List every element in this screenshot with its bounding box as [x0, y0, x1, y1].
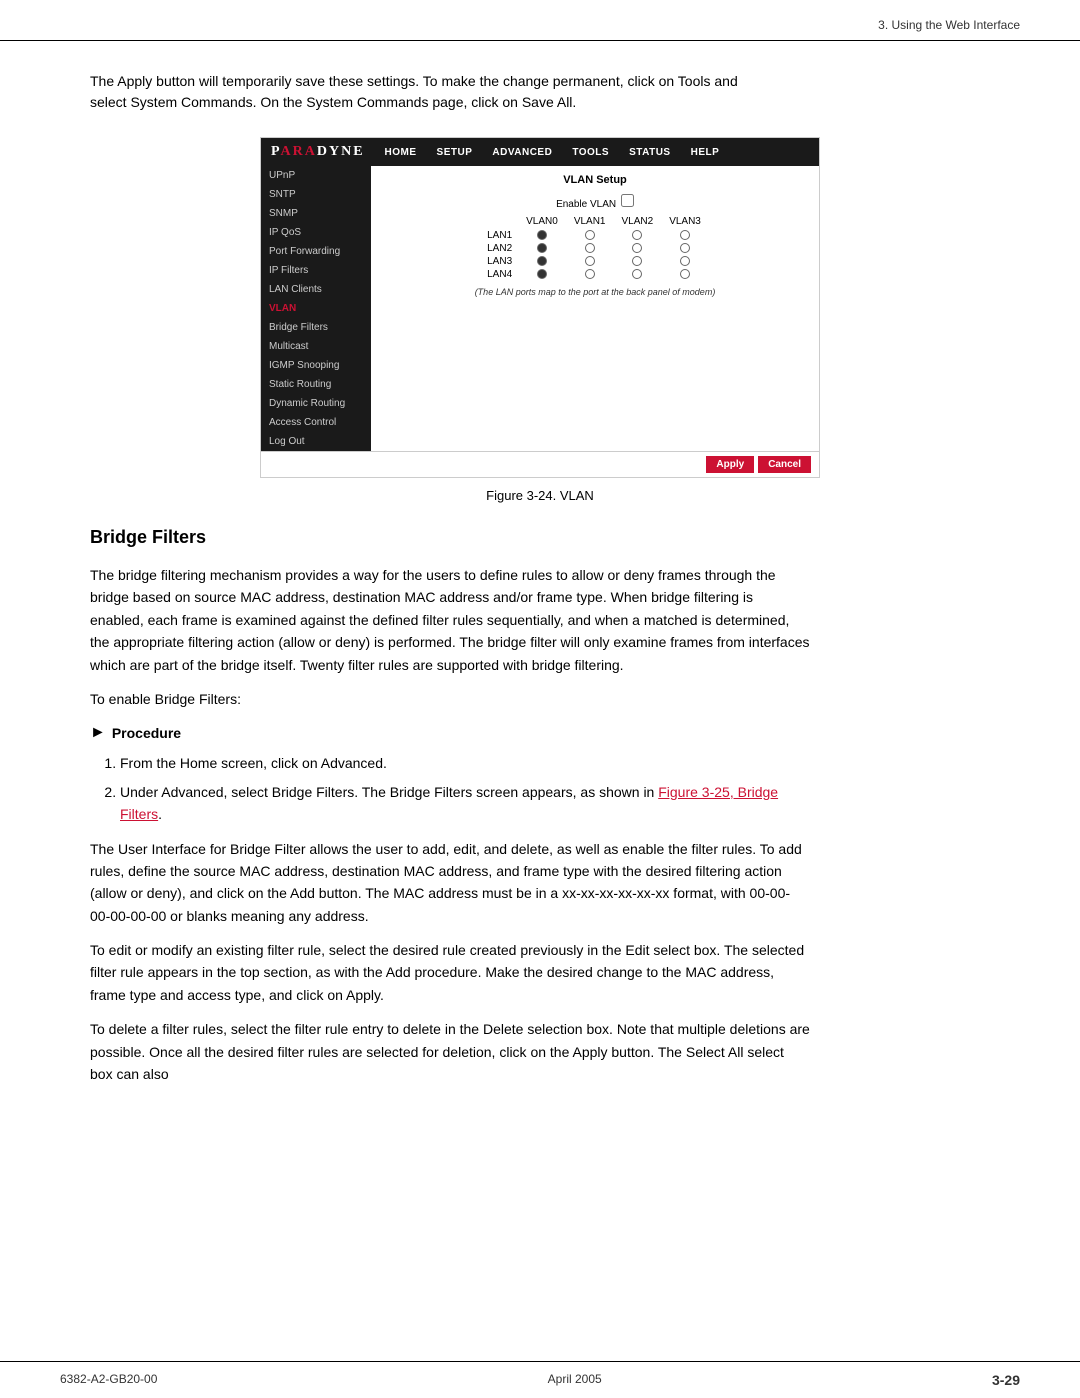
router-navbar: PARADYNE HOME SETUP ADVANCED TOOLS STATU…: [261, 138, 819, 166]
sidebar-vlan[interactable]: VLAN: [261, 299, 371, 318]
table-row: LAN2: [481, 242, 709, 255]
col-vlan1: VLAN1: [566, 214, 614, 229]
lan1-vlan0[interactable]: [518, 229, 566, 242]
page-number: 3-29: [992, 1372, 1020, 1388]
bridge-filters-para3: The User Interface for Bridge Filter all…: [90, 838, 810, 928]
panel-title: VLAN Setup: [383, 174, 807, 186]
lan3-vlan0[interactable]: [518, 255, 566, 268]
lan3-vlan2[interactable]: [614, 255, 662, 268]
step-1-text: From the Home screen, click on Advanced.: [120, 755, 387, 771]
sidebar-ipqos[interactable]: IP QoS: [261, 223, 371, 242]
sidebar-port-forwarding[interactable]: Port Forwarding: [261, 242, 371, 261]
bridge-filters-para1: The bridge filtering mechanism provides …: [90, 564, 810, 676]
enable-vlan-label: Enable VLAN: [556, 199, 616, 210]
router-body: UPnP SNTP SNMP IP QoS Port Forwarding IP…: [261, 166, 819, 451]
figure-caption: Figure 3-24. VLAN: [90, 488, 990, 503]
sidebar-dynamic-routing[interactable]: Dynamic Routing: [261, 394, 371, 413]
nav-setup[interactable]: SETUP: [427, 141, 483, 164]
bridge-filters-para5: To delete a filter rules, select the fil…: [90, 1018, 810, 1085]
sidebar-ip-filters[interactable]: IP Filters: [261, 261, 371, 280]
logo-text: PARADYNE: [271, 144, 365, 159]
nav-status[interactable]: STATUS: [619, 141, 681, 164]
enable-vlan-checkbox[interactable]: [621, 194, 634, 207]
intro-paragraph: The Apply button will temporarily save t…: [90, 71, 770, 113]
footer-center: April 2005: [548, 1372, 602, 1388]
router-footer: Apply Cancel: [261, 451, 819, 477]
lan4-vlan1[interactable]: [566, 268, 614, 281]
vlan-enable-row: Enable VLAN: [383, 194, 807, 210]
sidebar-static-routing[interactable]: Static Routing: [261, 375, 371, 394]
sidebar-access-control[interactable]: Access Control: [261, 413, 371, 432]
router-main-panel: VLAN Setup Enable VLAN VLAN0 VLAN1 VLAN2: [371, 166, 819, 451]
col-lan-header: [481, 214, 518, 229]
col-vlan0: VLAN0: [518, 214, 566, 229]
sidebar-lan-clients[interactable]: LAN Clients: [261, 280, 371, 299]
lan2-vlan3[interactable]: [661, 242, 709, 255]
page-footer: 6382-A2-GB20-00 April 2005 3-29: [0, 1361, 1080, 1398]
lan2-vlan0[interactable]: [518, 242, 566, 255]
procedure-label: Procedure: [112, 725, 181, 741]
lan2-vlan2[interactable]: [614, 242, 662, 255]
col-vlan3: VLAN3: [661, 214, 709, 229]
sidebar-log-out[interactable]: Log Out: [261, 432, 371, 451]
vlan-table: VLAN0 VLAN1 VLAN2 VLAN3 LAN1: [481, 214, 709, 281]
bridge-filters-link[interactable]: Figure 3-25, Bridge Filters: [120, 784, 778, 822]
nav-home[interactable]: HOME: [375, 141, 427, 164]
lan2-label: LAN2: [481, 242, 518, 255]
sidebar-igmp-snooping[interactable]: IGMP Snooping: [261, 356, 371, 375]
lan1-vlan2[interactable]: [614, 229, 662, 242]
table-row: LAN1: [481, 229, 709, 242]
sidebar-bridge-filters[interactable]: Bridge Filters: [261, 318, 371, 337]
nav-help[interactable]: HELP: [681, 141, 730, 164]
nav-tools[interactable]: TOOLS: [562, 141, 619, 164]
bridge-filters-para4: To edit or modify an existing filter rul…: [90, 939, 810, 1006]
table-row: LAN4: [481, 268, 709, 281]
procedure-step-1: From the Home screen, click on Advanced.: [120, 752, 800, 774]
bridge-filters-heading: Bridge Filters: [90, 527, 990, 548]
lan1-label: LAN1: [481, 229, 518, 242]
footer-left: 6382-A2-GB20-00: [60, 1372, 157, 1388]
router-logo: PARADYNE: [261, 138, 375, 166]
table-row: LAN3: [481, 255, 709, 268]
lan1-vlan1[interactable]: [566, 229, 614, 242]
bridge-filters-para2: To enable Bridge Filters:: [90, 688, 810, 710]
lan3-vlan1[interactable]: [566, 255, 614, 268]
procedure-header: ► Procedure: [90, 724, 990, 742]
lan4-vlan2[interactable]: [614, 268, 662, 281]
sidebar-snmp[interactable]: SNMP: [261, 204, 371, 223]
lan4-vlan0[interactable]: [518, 268, 566, 281]
router-sidebar: UPnP SNTP SNMP IP QoS Port Forwarding IP…: [261, 166, 371, 451]
lan4-label: LAN4: [481, 268, 518, 281]
router-ui: PARADYNE HOME SETUP ADVANCED TOOLS STATU…: [260, 137, 820, 478]
apply-button[interactable]: Apply: [706, 456, 754, 473]
lan2-vlan1[interactable]: [566, 242, 614, 255]
procedure-step-2: Under Advanced, select Bridge Filters. T…: [120, 781, 800, 826]
sidebar-multicast[interactable]: Multicast: [261, 337, 371, 356]
sidebar-upnp[interactable]: UPnP: [261, 166, 371, 185]
page-header: 3. Using the Web Interface: [0, 0, 1080, 41]
screenshot-container: PARADYNE HOME SETUP ADVANCED TOOLS STATU…: [260, 137, 820, 478]
lan3-vlan3[interactable]: [661, 255, 709, 268]
cancel-button[interactable]: Cancel: [758, 456, 811, 473]
sidebar-sntp[interactable]: SNTP: [261, 185, 371, 204]
lan3-label: LAN3: [481, 255, 518, 268]
col-vlan2: VLAN2: [614, 214, 662, 229]
procedure-arrow-icon: ►: [90, 724, 106, 742]
header-text: 3. Using the Web Interface: [878, 18, 1020, 32]
lan4-vlan3[interactable]: [661, 268, 709, 281]
vlan-note: (The LAN ports map to the port at the ba…: [383, 287, 807, 297]
nav-items: HOME SETUP ADVANCED TOOLS STATUS HELP: [375, 141, 819, 164]
procedure-list: From the Home screen, click on Advanced.…: [120, 752, 990, 825]
lan1-vlan3[interactable]: [661, 229, 709, 242]
nav-advanced[interactable]: ADVANCED: [482, 141, 562, 164]
